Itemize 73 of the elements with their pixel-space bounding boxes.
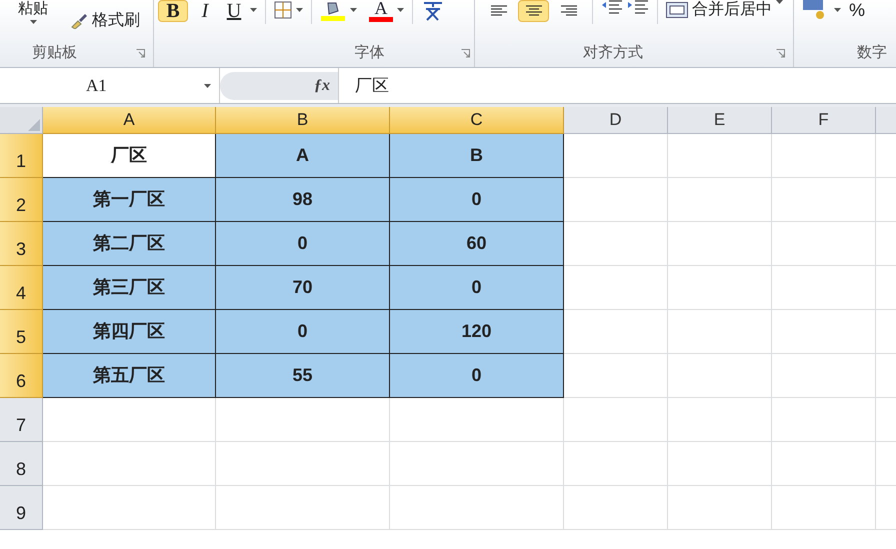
merge-center-button[interactable]: 合并后居中 (666, 0, 772, 20)
row-header[interactable]: 4 (0, 266, 43, 310)
table-cell: 70 (216, 266, 390, 310)
column-header[interactable]: C (390, 107, 564, 134)
font-color-button[interactable]: A (374, 0, 388, 17)
table-cell: 第五厂区 (43, 354, 216, 398)
dialog-launcher-icon[interactable] (776, 48, 785, 58)
table-cell: A (216, 134, 390, 178)
dropdown-caret-icon[interactable] (834, 8, 841, 12)
merge-cells-icon (666, 2, 688, 18)
percent-button[interactable]: % (849, 0, 866, 20)
align-lines-icon (490, 5, 506, 17)
table-cell: 120 (390, 310, 564, 354)
dialog-launcher-icon[interactable] (136, 48, 145, 58)
accounting-format-icon[interactable] (802, 0, 826, 20)
italic-button[interactable]: I (192, 0, 218, 22)
row-header[interactable]: 7 (0, 398, 43, 442)
table-cell: B (390, 134, 564, 178)
name-box[interactable]: A1 (0, 68, 220, 103)
table-cell: 0 (390, 178, 564, 222)
row-header[interactable]: 1 (0, 134, 43, 178)
borders-icon[interactable] (274, 1, 292, 19)
table-cell: 第三厂区 (43, 266, 216, 310)
row-header[interactable]: 5 (0, 310, 43, 354)
dropdown-caret-icon[interactable] (30, 20, 36, 24)
table-cell: 0 (216, 310, 390, 354)
phonetic-guide-icon[interactable] (421, 0, 445, 22)
brush-icon (70, 13, 88, 29)
dropdown-caret-icon[interactable] (397, 8, 404, 12)
insert-function-icon[interactable]: ƒx (314, 74, 330, 98)
align-lines-icon (560, 5, 576, 17)
column-header[interactable]: E (668, 107, 772, 134)
column-header[interactable]: B (216, 107, 390, 134)
group-label: 字体 (354, 43, 384, 63)
table-cell: 第一厂区 (43, 178, 216, 222)
table-cell: 0 (390, 266, 564, 310)
table-cell: 0 (216, 222, 390, 266)
row-header[interactable]: 6 (0, 354, 43, 398)
column-header[interactable]: D (564, 107, 668, 134)
row-header[interactable]: 3 (0, 222, 43, 266)
row-header[interactable]: 2 (0, 178, 43, 222)
table-cell: 0 (390, 354, 564, 398)
dialog-launcher-icon[interactable] (461, 48, 470, 58)
color-bar-icon (369, 17, 393, 22)
dropdown-caret-icon[interactable] (776, 0, 783, 4)
decrease-indent-icon[interactable] (601, 0, 623, 14)
fill-color-icon[interactable] (320, 0, 346, 22)
dropdown-caret-icon[interactable] (350, 8, 357, 12)
table-cell: 第四厂区 (43, 310, 216, 354)
group-label: 剪贴板 (32, 43, 77, 63)
table-cell: 60 (390, 222, 564, 266)
dropdown-caret-icon[interactable] (204, 84, 211, 88)
table-cell: 第二厂区 (43, 222, 216, 266)
corner-triangle-icon (28, 119, 40, 131)
dropdown-caret-icon[interactable] (296, 8, 303, 12)
table-cell: 55 (216, 354, 390, 398)
column-header[interactable]: F (772, 107, 876, 134)
increase-indent-icon[interactable] (627, 0, 649, 14)
format-painter-button[interactable]: 格式刷 (70, 9, 140, 33)
table-cell: 98 (216, 178, 390, 222)
row-header[interactable]: 8 (0, 442, 43, 486)
table-cell: 厂区 (43, 134, 216, 178)
paste-button[interactable]: 粘贴 (18, 1, 48, 16)
column-header[interactable]: A (43, 107, 216, 134)
bold-button[interactable]: B (158, 0, 188, 22)
dropdown-caret-icon[interactable] (250, 8, 257, 12)
formula-field[interactable]: 厂区 (338, 68, 896, 103)
row-header[interactable]: 9 (0, 486, 43, 530)
underline-button[interactable]: U (222, 0, 246, 22)
align-button[interactable] (518, 0, 549, 22)
group-label: 数字 (856, 43, 888, 63)
group-label: 对齐方式 (583, 43, 643, 63)
align-lines-icon (526, 5, 542, 17)
